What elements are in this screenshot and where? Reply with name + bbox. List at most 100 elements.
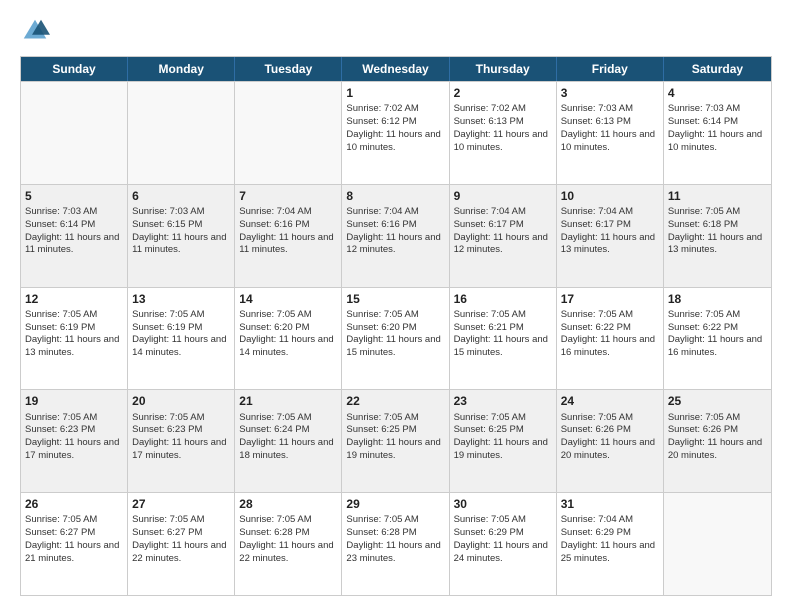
calendar-row-2: 5 Sunrise: 7:03 AM Sunset: 6:14 PM Daylig… <box>21 184 771 287</box>
day-number: 7 <box>239 188 337 204</box>
calendar: SundayMondayTuesdayWednesdayThursdayFrid… <box>20 56 772 596</box>
day-number: 5 <box>25 188 123 204</box>
header-day-saturday: Saturday <box>664 57 771 81</box>
day-cell-25: 25Sunrise: 7:05 AM Sunset: 6:26 PM Dayli… <box>664 390 771 492</box>
day-number: 29 <box>346 496 444 512</box>
day-info: Sunrise: 7:05 AM Sunset: 6:27 PM Dayligh… <box>25 514 119 563</box>
day-number: 25 <box>668 393 767 409</box>
day-number: 21 <box>239 393 337 409</box>
empty-cell <box>128 82 235 184</box>
day-info: Sunrise: 7:05 AM Sunset: 6:19 PM Dayligh… <box>132 309 226 358</box>
day-cell-6: 6 Sunrise: 7:03 AM Sunset: 6:15 PM Daylig… <box>128 185 235 287</box>
header-day-friday: Friday <box>557 57 664 81</box>
day-cell-7: 7 Sunrise: 7:04 AM Sunset: 6:16 PM Daylig… <box>235 185 342 287</box>
calendar-row-4: 19 Sunrise: 7:05 AM Sunset: 6:23 PM Dayli… <box>21 389 771 492</box>
day-info: Sunrise: 7:05 AM Sunset: 6:27 PM Dayligh… <box>132 514 226 563</box>
day-number: 20 <box>132 393 230 409</box>
day-info: Sunrise: 7:05 AM Sunset: 6:19 PM Dayligh… <box>25 309 119 358</box>
day-cell-3: 3 Sunrise: 7:03 AM Sunset: 6:13 PM Daylig… <box>557 82 664 184</box>
day-cell-2: 2 Sunrise: 7:02 AM Sunset: 6:13 PM Daylig… <box>450 82 557 184</box>
day-cell-16: 16Sunrise: 7:05 AM Sunset: 6:21 PM Dayli… <box>450 288 557 390</box>
day-number: 27 <box>132 496 230 512</box>
day-info: Sunrise: 7:04 AM Sunset: 6:29 PM Dayligh… <box>561 514 655 563</box>
day-cell-5: 5 Sunrise: 7:03 AM Sunset: 6:14 PM Daylig… <box>21 185 128 287</box>
day-cell-23: 23 Sunrise: 7:05 AM Sunset: 6:25 PM Dayli… <box>450 390 557 492</box>
day-info: Sunrise: 7:04 AM Sunset: 6:17 PM Dayligh… <box>454 206 548 255</box>
day-number: 9 <box>454 188 552 204</box>
day-cell-29: 29 Sunrise: 7:05 AM Sunset: 6:28 PM Dayli… <box>342 493 449 595</box>
day-info: Sunrise: 7:05 AM Sunset: 6:20 PM Dayligh… <box>346 309 440 358</box>
empty-cell <box>21 82 128 184</box>
header-day-thursday: Thursday <box>450 57 557 81</box>
day-info: Sunrise: 7:02 AM Sunset: 6:13 PM Dayligh… <box>454 103 548 152</box>
day-number: 10 <box>561 188 659 204</box>
day-number: 28 <box>239 496 337 512</box>
day-cell-28: 28 Sunrise: 7:05 AM Sunset: 6:28 PM Dayli… <box>235 493 342 595</box>
logo-icon <box>20 16 50 46</box>
header <box>20 16 772 46</box>
day-number: 6 <box>132 188 230 204</box>
day-number: 12 <box>25 291 123 307</box>
day-cell-20: 20 Sunrise: 7:05 AM Sunset: 6:23 PM Dayli… <box>128 390 235 492</box>
empty-cell <box>664 493 771 595</box>
day-number: 15 <box>346 291 444 307</box>
day-info: Sunrise: 7:04 AM Sunset: 6:16 PM Dayligh… <box>346 206 440 255</box>
day-info: Sunrise: 7:03 AM Sunset: 6:15 PM Dayligh… <box>132 206 226 255</box>
day-cell-10: 10 Sunrise: 7:04 AM Sunset: 6:17 PM Dayli… <box>557 185 664 287</box>
day-info: Sunrise: 7:02 AM Sunset: 6:12 PM Dayligh… <box>346 103 440 152</box>
day-number: 3 <box>561 85 659 101</box>
day-number: 22 <box>346 393 444 409</box>
day-cell-11: 11 Sunrise: 7:05 AM Sunset: 6:18 PM Dayli… <box>664 185 771 287</box>
day-info: Sunrise: 7:05 AM Sunset: 6:18 PM Dayligh… <box>668 206 762 255</box>
day-number: 1 <box>346 85 444 101</box>
day-cell-17: 17Sunrise: 7:05 AM Sunset: 6:22 PM Dayli… <box>557 288 664 390</box>
day-info: Sunrise: 7:05 AM Sunset: 6:29 PM Dayligh… <box>454 514 548 563</box>
day-number: 11 <box>668 188 767 204</box>
day-cell-4: 4 Sunrise: 7:03 AM Sunset: 6:14 PM Daylig… <box>664 82 771 184</box>
day-number: 31 <box>561 496 659 512</box>
calendar-row-5: 26 Sunrise: 7:05 AM Sunset: 6:27 PM Dayli… <box>21 492 771 595</box>
day-info: Sunrise: 7:03 AM Sunset: 6:14 PM Dayligh… <box>25 206 119 255</box>
header-day-monday: Monday <box>128 57 235 81</box>
day-number: 23 <box>454 393 552 409</box>
day-cell-18: 18Sunrise: 7:05 AM Sunset: 6:22 PM Dayli… <box>664 288 771 390</box>
day-info: Sunrise: 7:05 AM Sunset: 6:22 PM Dayligh… <box>561 309 655 358</box>
day-cell-15: 15 Sunrise: 7:05 AM Sunset: 6:20 PM Dayli… <box>342 288 449 390</box>
day-cell-27: 27 Sunrise: 7:05 AM Sunset: 6:27 PM Dayli… <box>128 493 235 595</box>
day-cell-26: 26 Sunrise: 7:05 AM Sunset: 6:27 PM Dayli… <box>21 493 128 595</box>
day-cell-22: 22 Sunrise: 7:05 AM Sunset: 6:25 PM Dayli… <box>342 390 449 492</box>
day-number: 2 <box>454 85 552 101</box>
day-number: 26 <box>25 496 123 512</box>
logo <box>20 16 54 46</box>
day-info: Sunrise: 7:05 AM Sunset: 6:23 PM Dayligh… <box>132 412 226 461</box>
day-number: 13 <box>132 291 230 307</box>
day-info: Sunrise: 7:05 AM Sunset: 6:23 PM Dayligh… <box>25 412 119 461</box>
day-number: 16 <box>454 291 552 307</box>
day-info: Sunrise: 7:03 AM Sunset: 6:14 PM Dayligh… <box>668 103 762 152</box>
day-cell-8: 8 Sunrise: 7:04 AM Sunset: 6:16 PM Daylig… <box>342 185 449 287</box>
day-cell-1: 1 Sunrise: 7:02 AM Sunset: 6:12 PM Daylig… <box>342 82 449 184</box>
day-number: 30 <box>454 496 552 512</box>
day-info: Sunrise: 7:05 AM Sunset: 6:28 PM Dayligh… <box>239 514 333 563</box>
day-cell-13: 13 Sunrise: 7:05 AM Sunset: 6:19 PM Dayli… <box>128 288 235 390</box>
header-day-tuesday: Tuesday <box>235 57 342 81</box>
day-cell-30: 30 Sunrise: 7:05 AM Sunset: 6:29 PM Dayli… <box>450 493 557 595</box>
day-number: 8 <box>346 188 444 204</box>
day-info: Sunrise: 7:05 AM Sunset: 6:28 PM Dayligh… <box>346 514 440 563</box>
calendar-body: 1 Sunrise: 7:02 AM Sunset: 6:12 PM Daylig… <box>21 81 771 595</box>
day-info: Sunrise: 7:04 AM Sunset: 6:17 PM Dayligh… <box>561 206 655 255</box>
day-info: Sunrise: 7:03 AM Sunset: 6:13 PM Dayligh… <box>561 103 655 152</box>
day-info: Sunrise: 7:05 AM Sunset: 6:20 PM Dayligh… <box>239 309 333 358</box>
day-cell-19: 19 Sunrise: 7:05 AM Sunset: 6:23 PM Dayli… <box>21 390 128 492</box>
day-info: Sunrise: 7:05 AM Sunset: 6:25 PM Dayligh… <box>454 412 548 461</box>
day-cell-24: 24Sunrise: 7:05 AM Sunset: 6:26 PM Dayli… <box>557 390 664 492</box>
day-number: 4 <box>668 85 767 101</box>
header-day-sunday: Sunday <box>21 57 128 81</box>
day-info: Sunrise: 7:04 AM Sunset: 6:16 PM Dayligh… <box>239 206 333 255</box>
day-info: Sunrise: 7:05 AM Sunset: 6:26 PM Dayligh… <box>561 412 655 461</box>
day-info: Sunrise: 7:05 AM Sunset: 6:25 PM Dayligh… <box>346 412 440 461</box>
day-number: 14 <box>239 291 337 307</box>
day-cell-12: 12 Sunrise: 7:05 AM Sunset: 6:19 PM Dayli… <box>21 288 128 390</box>
day-number: 19 <box>25 393 123 409</box>
page: SundayMondayTuesdayWednesdayThursdayFrid… <box>0 0 792 612</box>
